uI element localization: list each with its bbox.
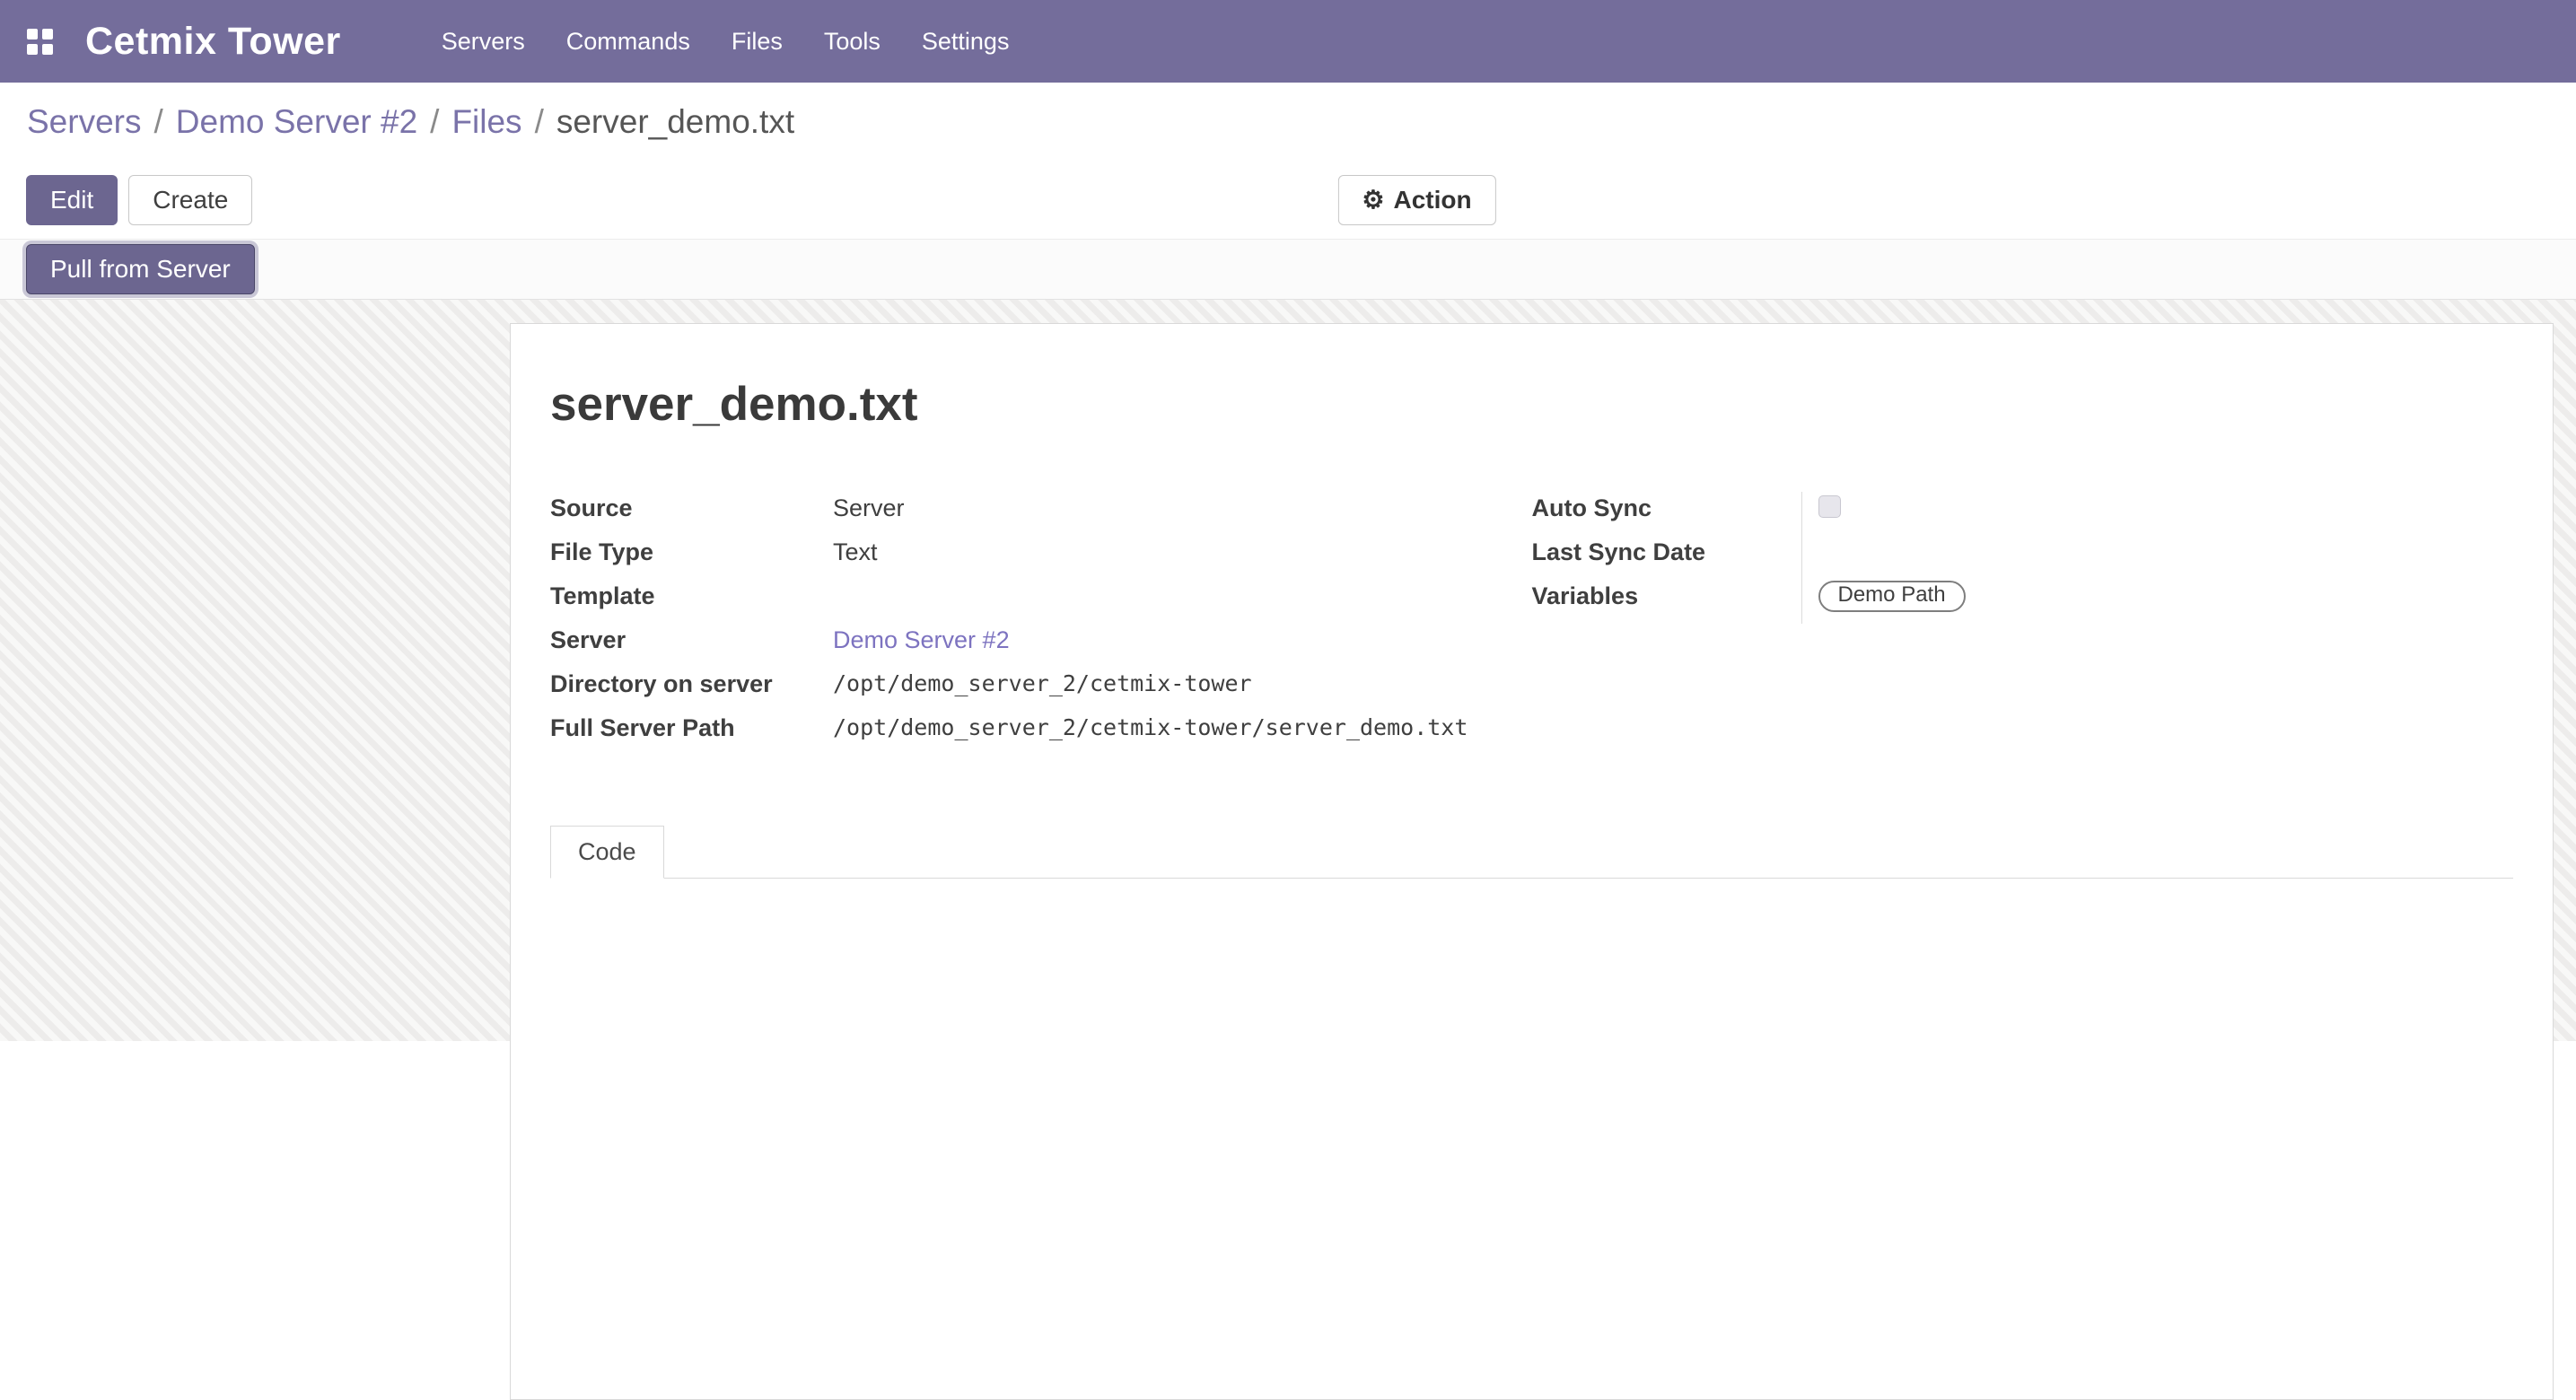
record-title: server_demo.txt: [550, 378, 2513, 433]
statusbar: Pull from Server: [0, 239, 2576, 300]
field-label-file-type: File Type: [550, 536, 833, 568]
breadcrumb-separator: /: [153, 103, 162, 141]
field-label-variables: Variables: [1532, 580, 1801, 612]
action-button[interactable]: ⚙ Action: [1337, 175, 1495, 225]
control-panel-buttons: Edit Create ⚙ Action: [0, 162, 2576, 239]
field-label-directory: Directory on server: [550, 668, 833, 700]
field-row-variables: Variables Demo Path: [1532, 580, 2514, 624]
field-widget-last-sync: [1801, 536, 2514, 580]
menu-item-commands[interactable]: Commands: [566, 28, 690, 56]
breadcrumb-separator: /: [430, 103, 439, 141]
field-label-auto-sync: Auto Sync: [1532, 492, 1801, 524]
apps-grid-square: [27, 44, 38, 55]
menu-item-settings[interactable]: Settings: [922, 28, 1010, 56]
create-button[interactable]: Create: [128, 175, 252, 225]
pull-from-server-button[interactable]: Pull from Server: [26, 244, 255, 294]
field-groups: Source Server File Type Text Template Se…: [550, 492, 2513, 756]
apps-grid-square: [42, 29, 53, 39]
code-tab-content: [550, 879, 2513, 1112]
field-row-server: Server Demo Server #2: [550, 624, 1532, 668]
notebook: Code: [550, 826, 2513, 1112]
breadcrumb-current: server_demo.txt: [556, 103, 794, 141]
action-button-label: Action: [1394, 188, 1472, 213]
field-label-source: Source: [550, 492, 833, 524]
field-value-directory: /opt/demo_server_2/cetmix-tower: [833, 668, 1532, 700]
breadcrumb-servers[interactable]: Servers: [27, 103, 141, 141]
apps-grid-square: [42, 44, 53, 55]
breadcrumb-files[interactable]: Files: [451, 103, 521, 141]
auto-sync-checkbox[interactable]: [1818, 495, 1841, 518]
field-label-last-sync: Last Sync Date: [1532, 536, 1801, 568]
field-value-file-type: Text: [833, 536, 1532, 568]
form-sheet: server_demo.txt Source Server File Type …: [510, 323, 2554, 1400]
menu-item-files[interactable]: Files: [732, 28, 783, 56]
menu-item-tools[interactable]: Tools: [824, 28, 881, 56]
field-row-auto-sync: Auto Sync: [1532, 492, 2514, 536]
field-row-full-path: Full Server Path /opt/demo_server_2/cetm…: [550, 712, 1532, 756]
main-menu: Servers Commands Files Tools Settings: [442, 28, 1010, 56]
field-value-server-link[interactable]: Demo Server #2: [833, 624, 1532, 656]
apps-grid-icon[interactable]: [27, 29, 53, 55]
field-group-left: Source Server File Type Text Template Se…: [550, 492, 1532, 756]
notebook-tabs: Code: [550, 826, 2513, 879]
field-label-template: Template: [550, 580, 833, 612]
field-row-template: Template: [550, 580, 1532, 624]
gear-icon: ⚙: [1362, 188, 1384, 213]
field-label-server: Server: [550, 624, 833, 656]
breadcrumb-demo-server[interactable]: Demo Server #2: [176, 103, 417, 141]
field-group-right: Auto Sync Last Sync Date Variables Demo …: [1532, 492, 2514, 624]
tab-code[interactable]: Code: [550, 826, 664, 879]
field-value-source: Server: [833, 492, 1532, 524]
menu-item-servers[interactable]: Servers: [442, 28, 525, 56]
field-label-full-path: Full Server Path: [550, 712, 833, 744]
breadcrumb: Servers / Demo Server #2 / Files / serve…: [0, 83, 2576, 162]
form-view-background: server_demo.txt Source Server File Type …: [0, 300, 2576, 1041]
field-value-full-path: /opt/demo_server_2/cetmix-tower/server_d…: [833, 712, 1532, 744]
field-row-file-type: File Type Text: [550, 536, 1532, 580]
field-widget-variables: Demo Path: [1801, 580, 2514, 624]
brand-title[interactable]: Cetmix Tower: [85, 20, 341, 64]
apps-grid-square: [27, 29, 38, 39]
top-navbar: Cetmix Tower Servers Commands Files Tool…: [0, 0, 2576, 83]
field-row-directory: Directory on server /opt/demo_server_2/c…: [550, 668, 1532, 712]
field-row-last-sync: Last Sync Date: [1532, 536, 2514, 580]
field-widget-auto-sync: [1801, 492, 2514, 536]
edit-button[interactable]: Edit: [26, 175, 118, 225]
variable-tag-demo-path[interactable]: Demo Path: [1818, 581, 1966, 612]
field-row-source: Source Server: [550, 492, 1532, 536]
breadcrumb-separator: /: [535, 103, 544, 141]
